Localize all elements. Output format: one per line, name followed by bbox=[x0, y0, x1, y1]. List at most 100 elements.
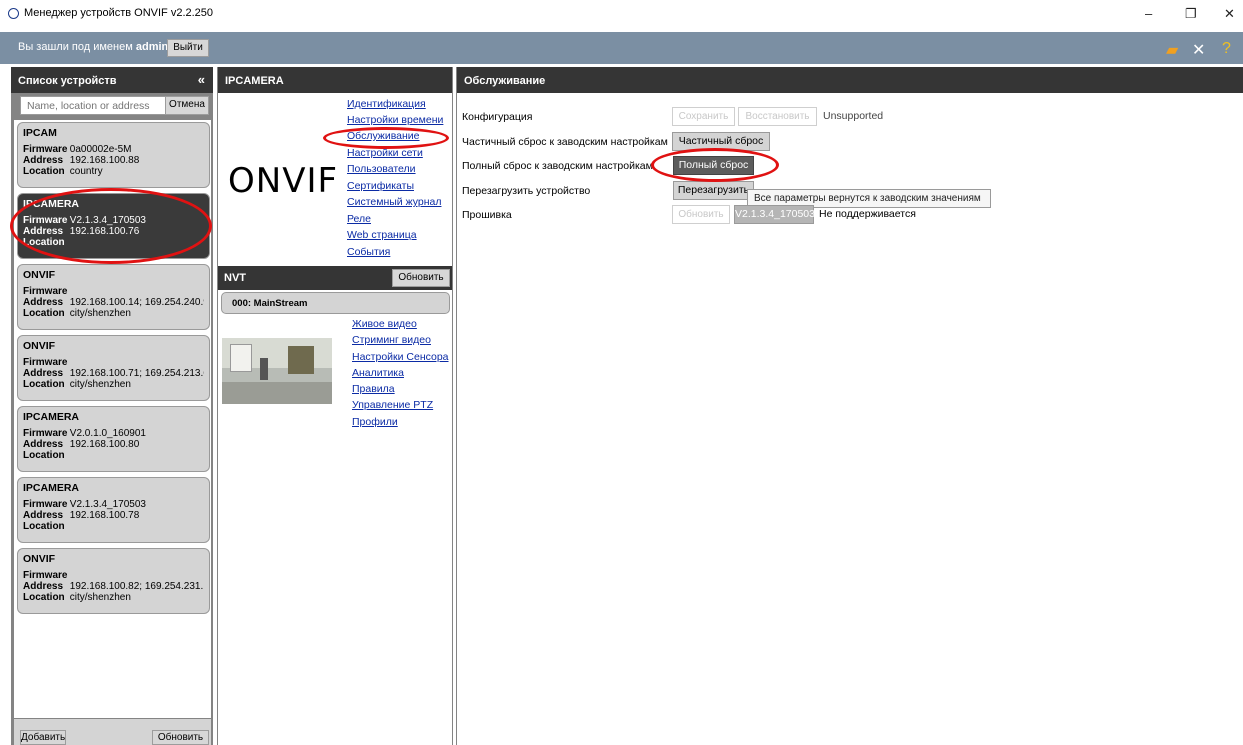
partial-reset-label: Частичный сброс к заводским настройкам bbox=[462, 136, 668, 148]
device-firmware: Firmware bbox=[23, 570, 204, 581]
refresh-devices-button[interactable]: Обновить bbox=[152, 730, 209, 745]
device-list: IPCAM Firmware 0a00002e-5M Address 192.1… bbox=[14, 120, 211, 718]
address-value: 192.168.100.82; 169.254.231.1 bbox=[69, 581, 204, 592]
logout-button[interactable]: Выйти bbox=[167, 39, 209, 57]
maintenance-title: Обслуживание bbox=[464, 75, 546, 87]
device-name: ONVIF bbox=[23, 340, 56, 352]
firmware-label: Прошивка bbox=[462, 209, 512, 221]
device-search-input[interactable] bbox=[20, 96, 172, 115]
nav-link-system-log[interactable]: Системный журнал bbox=[347, 196, 441, 208]
thumb-window bbox=[288, 346, 314, 374]
nav-link-network-settings[interactable]: Настройки сети bbox=[347, 147, 423, 159]
cancel-search-button[interactable]: Отмена bbox=[165, 96, 209, 115]
device-firmware: Firmware bbox=[23, 357, 204, 368]
device-address: Address 192.168.100.78 bbox=[23, 510, 204, 521]
device-address: Address 192.168.100.88 bbox=[23, 155, 204, 166]
app-icon bbox=[8, 8, 19, 19]
device-firmware: Firmware 0a00002e-5M bbox=[23, 144, 204, 155]
device-card[interactable]: ONVIF Firmware Address 192.168.100.82; 1… bbox=[17, 548, 210, 614]
firmware-label: Firmware bbox=[23, 215, 68, 226]
stream-link-video-streaming[interactable]: Стриминг видео bbox=[352, 334, 431, 346]
device-card[interactable]: ONVIF Firmware Address 192.168.100.71; 1… bbox=[17, 335, 210, 401]
thumb-whiteboard bbox=[230, 344, 252, 372]
save-config-button[interactable]: Сохранить bbox=[672, 107, 735, 126]
device-name: ONVIF bbox=[23, 269, 56, 281]
help-icon[interactable]: ? bbox=[1222, 40, 1231, 58]
firmware-label: Firmware bbox=[23, 144, 68, 155]
tools-icon[interactable]: ✕ bbox=[1192, 40, 1205, 60]
nav-link-certificates[interactable]: Сертификаты bbox=[347, 180, 414, 192]
nav-link-time-settings[interactable]: Настройки времени bbox=[347, 114, 443, 126]
device-card[interactable]: ONVIF Firmware Address 192.168.100.14; 1… bbox=[17, 264, 210, 330]
close-button[interactable]: ✕ bbox=[1224, 6, 1235, 22]
firmware-label: Firmware bbox=[23, 357, 68, 368]
window-title: Менеджер устройств ONVIF v2.2.250 bbox=[24, 7, 214, 19]
location-label: Location bbox=[23, 166, 65, 177]
firmware-label: Firmware bbox=[23, 570, 68, 581]
restore-button[interactable]: ❐ bbox=[1185, 6, 1197, 22]
firmware-value: 0a00002e-5M bbox=[69, 144, 132, 155]
device-location: Location bbox=[23, 237, 204, 248]
collapse-icon[interactable]: « bbox=[198, 72, 205, 87]
stream-link-rules[interactable]: Правила bbox=[352, 383, 395, 395]
address-value: 192.168.100.80 bbox=[69, 439, 140, 450]
firmware-not-supported-text: Не поддерживается bbox=[819, 208, 916, 220]
device-card[interactable]: IPCAMERA Firmware V2.1.3.4_170503 Addres… bbox=[17, 477, 210, 543]
location-label: Location bbox=[23, 308, 65, 319]
device-location: Location country bbox=[23, 166, 204, 177]
reboot-button[interactable]: Перезагрузить bbox=[673, 181, 754, 200]
nav-link-maintenance[interactable]: Обслуживание bbox=[347, 130, 420, 142]
minimize-button[interactable]: – bbox=[1145, 6, 1152, 21]
location-label: Location bbox=[23, 521, 65, 532]
settings-card-icon[interactable]: ▰ bbox=[1166, 40, 1178, 60]
device-location: Location bbox=[23, 450, 204, 461]
stream-link-analytics[interactable]: Аналитика bbox=[352, 367, 404, 379]
device-location: Location city/shenzhen bbox=[23, 592, 204, 603]
add-device-button[interactable]: Добавить bbox=[20, 730, 66, 745]
stream-link-live-video[interactable]: Живое видео bbox=[352, 318, 417, 330]
location-value: city/shenzhen bbox=[69, 308, 131, 319]
nav-link-web-page[interactable]: Web страница bbox=[347, 229, 417, 241]
firmware-update-button[interactable]: Обновить bbox=[672, 205, 730, 224]
stream-link-ptz-control[interactable]: Управление PTZ bbox=[352, 399, 433, 411]
device-name: IPCAMERA bbox=[23, 411, 80, 423]
nav-link-relay[interactable]: Реле bbox=[347, 213, 371, 225]
firmware-value: V2.1.3.4_170503 bbox=[69, 215, 146, 226]
nvt-title: NVT bbox=[224, 272, 246, 284]
device-card[interactable]: IPCAMERA Firmware V2.0.1.0_160901 Addres… bbox=[17, 406, 210, 472]
nav-link-users[interactable]: Пользователи bbox=[347, 163, 416, 175]
stream-header[interactable]: 000: MainStream bbox=[221, 292, 450, 314]
address-value: 192.168.100.78 bbox=[69, 510, 140, 521]
device-location: Location bbox=[23, 521, 204, 532]
address-value: 192.168.100.76 bbox=[69, 226, 140, 237]
maintenance-header: Обслуживание bbox=[457, 67, 1243, 93]
thumb-person bbox=[260, 358, 268, 380]
device-list-title: Список устройств bbox=[18, 75, 117, 87]
nav-link-events[interactable]: События bbox=[347, 246, 390, 258]
device-address: Address 192.168.100.80 bbox=[23, 439, 204, 450]
title-bar: Менеджер устройств ONVIF v2.2.250 – ❐ ✕ bbox=[0, 0, 1243, 32]
address-value: 192.168.100.71; 169.254.213.6 bbox=[69, 368, 204, 379]
stream-thumbnail[interactable] bbox=[222, 338, 332, 404]
restore-config-button[interactable]: Восстановить bbox=[738, 107, 817, 126]
full-reset-label: Полный сброс к заводским настройкам bbox=[462, 160, 653, 172]
firmware-label: Firmware bbox=[23, 428, 68, 439]
device-name: ONVIF bbox=[23, 553, 56, 565]
device-firmware: Firmware V2.0.1.0_160901 bbox=[23, 428, 204, 439]
reboot-label: Перезагрузить устройство bbox=[462, 185, 591, 197]
stream-link-profiles[interactable]: Профили bbox=[352, 416, 398, 428]
nav-link-identification[interactable]: Идентификация bbox=[347, 98, 426, 110]
device-panel-title: IPCAMERA bbox=[225, 75, 284, 87]
onvif-logo: ONVIF bbox=[228, 161, 339, 201]
full-reset-button[interactable]: Полный сброс bbox=[673, 156, 754, 175]
location-value: city/shenzhen bbox=[69, 592, 131, 603]
nvt-refresh-button[interactable]: Обновить bbox=[392, 269, 450, 287]
device-name: IPCAMERA bbox=[23, 198, 80, 210]
device-card-selected[interactable]: IPCAMERA Firmware V2.1.3.4_170503 Addres… bbox=[17, 193, 210, 259]
stream-link-sensor-settings[interactable]: Настройки Сенсора bbox=[352, 351, 449, 363]
device-card[interactable]: IPCAM Firmware 0a00002e-5M Address 192.1… bbox=[17, 122, 210, 188]
config-unsupported-text: Unsupported bbox=[823, 110, 884, 122]
partial-reset-button[interactable]: Частичный сброс bbox=[672, 132, 770, 151]
location-label: Location bbox=[23, 450, 65, 461]
firmware-value: V2.1.3.4_170503 bbox=[69, 499, 146, 510]
